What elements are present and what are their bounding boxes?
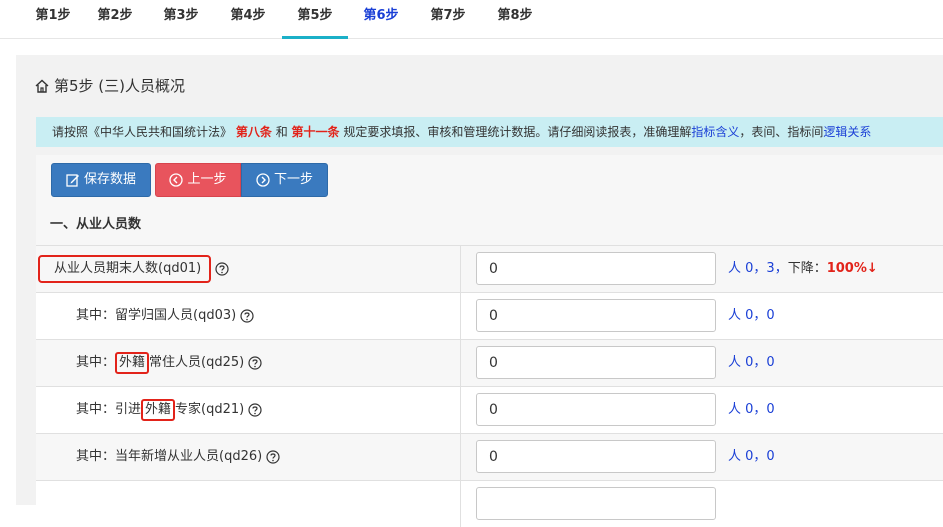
row-prefix: 其中： xyxy=(76,449,116,464)
row-label: 其中： 外籍 常住人员(qd25) xyxy=(76,340,262,386)
table-row: 从业人员期末人数(qd01) 人 0，3，下降：100%↓ xyxy=(36,245,943,292)
arrow-left-circle-icon xyxy=(169,173,184,187)
qd25-input[interactable] xyxy=(476,346,716,379)
foreign-resident-label: 常住人员(qd25) xyxy=(149,355,245,370)
next-row-input[interactable] xyxy=(476,487,716,520)
help-icon[interactable] xyxy=(215,262,229,276)
hint-unit: 人 xyxy=(728,449,742,464)
qd01-input[interactable] xyxy=(476,252,716,285)
table-row: 其中： 外籍 常住人员(qd25) 人 0，0 xyxy=(36,339,943,386)
step-5-tab[interactable]: 第5步 xyxy=(282,0,348,39)
table-row xyxy=(36,480,943,527)
returned-overseas-label: 留学归国人员(qd03) xyxy=(115,308,237,323)
help-icon[interactable] xyxy=(248,403,262,417)
hint-unit: 人 xyxy=(728,355,742,370)
row-hint: 人 0，3，下降：100%↓ xyxy=(728,246,878,292)
qd21-input[interactable] xyxy=(476,393,716,426)
hint-down-percent: 100%↓ xyxy=(826,261,878,276)
row-hint: 人 0，0 xyxy=(728,387,775,433)
hint-values: 0，0 xyxy=(745,402,775,417)
step-3-tab[interactable]: 第3步 xyxy=(148,0,214,39)
arrow-right-circle-icon xyxy=(256,173,270,187)
foreign-highlight: 外籍 xyxy=(141,399,176,421)
prev-step-label: 上一步 xyxy=(187,172,227,187)
step-7-tab[interactable]: 第7步 xyxy=(415,0,481,39)
step-6-tab[interactable]: 第6步 xyxy=(348,0,414,39)
table-row: 其中： 当年新增从业人员(qd26) 人 0，0 xyxy=(36,433,943,480)
employees-end-count-label: 从业人员期末人数(qd01) xyxy=(38,255,212,283)
row-hint: 人 0，0 xyxy=(728,434,775,480)
save-data-label: 保存数据 xyxy=(83,172,136,187)
row-prefix: 其中： xyxy=(76,402,116,417)
hint-values: 0，0 xyxy=(745,308,775,323)
qd26-input[interactable] xyxy=(476,440,716,473)
step-1-tab[interactable]: 第1步 xyxy=(20,0,86,39)
logic-relation-link[interactable]: 逻辑关系 xyxy=(823,125,871,139)
hint-unit: 人 xyxy=(728,261,742,276)
notice-text-mid2: ，表间、指标间 xyxy=(739,125,824,139)
notice-banner: 请按照《中华人民共和国统计法》 第八条 和 第十一条 规定要求填报、审核和管理统… xyxy=(36,117,943,147)
hint-values: 0，0 xyxy=(745,355,775,370)
introduced-label: 引进 xyxy=(115,402,142,417)
column-divider xyxy=(460,434,461,480)
help-icon[interactable] xyxy=(248,356,262,370)
row-prefix: 其中： xyxy=(76,355,116,370)
row-hint: 人 0，0 xyxy=(728,340,775,386)
new-employees-label: 当年新增从业人员(qd26) xyxy=(115,449,263,464)
row-label: 其中： 引进 外籍 专家(qd21) xyxy=(76,387,262,433)
help-icon[interactable] xyxy=(240,309,254,323)
step-4-tab[interactable]: 第4步 xyxy=(215,0,281,39)
page-title: 第5步 (三)人员概况 xyxy=(34,75,185,96)
page-title-text: 第5步 (三)人员概况 xyxy=(54,77,186,95)
row-label: 从业人员期末人数(qd01) xyxy=(38,246,229,292)
hint-unit: 人 xyxy=(728,402,742,417)
row-prefix: 其中： xyxy=(76,308,116,323)
foreign-expert-label: 专家(qd21) xyxy=(175,402,245,417)
step-2-tab[interactable]: 第2步 xyxy=(82,0,148,39)
column-divider xyxy=(460,293,461,339)
notice-text: 请按照《中华人民共和国统计法》 xyxy=(52,125,233,139)
column-divider xyxy=(460,246,461,292)
notice-and: 和 xyxy=(275,125,288,139)
form-panel: 第5步 (三)人员概况 请按照《中华人民共和国统计法》 第八条 和 第十一条 规… xyxy=(16,55,943,527)
column-divider xyxy=(460,481,461,527)
step-8-tab[interactable]: 第8步 xyxy=(482,0,548,39)
notice-text-mid: 规定要求填报、审核和管理统计数据。请仔细阅读报表，准确理解 xyxy=(343,125,692,139)
save-data-button[interactable]: 保存数据 xyxy=(51,163,151,197)
notice-article-8: 第八条 xyxy=(235,125,272,139)
notice-article-11: 第十一条 xyxy=(291,125,340,139)
indicator-meaning-link[interactable]: 指标含义 xyxy=(691,125,739,139)
help-icon[interactable] xyxy=(266,450,280,464)
home-icon xyxy=(35,79,49,93)
foreign-highlight: 外籍 xyxy=(115,352,150,374)
next-step-button[interactable]: 下一步 xyxy=(241,163,328,197)
column-divider xyxy=(460,340,461,386)
button-toolbar: 保存数据 上一步 下一步 xyxy=(36,155,943,205)
section-title: 一、从业人员数 xyxy=(36,205,943,245)
next-step-label: 下一步 xyxy=(273,172,313,187)
hint-down-label: 下降： xyxy=(787,261,827,276)
edit-icon xyxy=(66,174,79,187)
table-row: 其中： 引进 外籍 专家(qd21) 人 0，0 xyxy=(36,386,943,433)
column-divider xyxy=(460,387,461,433)
hint-values: 0，3， xyxy=(745,261,788,276)
prev-step-button[interactable]: 上一步 xyxy=(155,163,241,197)
qd03-input[interactable] xyxy=(476,299,716,332)
hint-unit: 人 xyxy=(728,308,742,323)
row-label: 其中： 留学归国人员(qd03) xyxy=(76,293,254,339)
hint-values: 0，0 xyxy=(745,449,775,464)
table-row: 其中： 留学归国人员(qd03) 人 0，0 xyxy=(36,292,943,339)
steps-nav: 第1步 第2步 第3步 第4步 第5步 第6步 第7步 第8步 xyxy=(0,0,943,39)
row-hint: 人 0，0 xyxy=(728,293,775,339)
row-label: 其中： 当年新增从业人员(qd26) xyxy=(76,434,280,480)
